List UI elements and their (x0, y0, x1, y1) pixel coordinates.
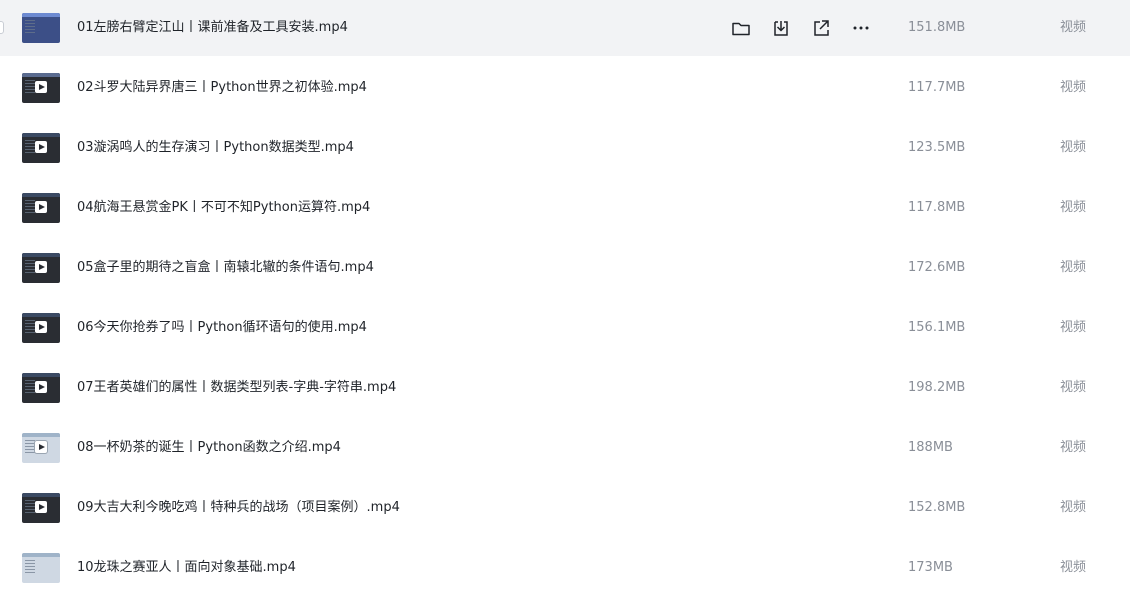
file-type: 视频 (1060, 200, 1087, 215)
file-name[interactable]: 03漩涡鸣人的生存演习丨Python数据类型.mp4 (77, 120, 354, 176)
file-row[interactable]: 02斗罗大陆异界唐三丨Python世界之初体验.mp4 117.7MB 视频 (0, 60, 1130, 120)
file-name[interactable]: 06今天你抢券了吗丨Python循环语句的使用.mp4 (77, 300, 367, 356)
file-type: 视频 (1060, 80, 1087, 95)
video-thumbnail (22, 553, 60, 583)
file-size: 152.8MB (908, 500, 966, 515)
file-row[interactable]: 07王者英雄们的属性丨数据类型列表-字典-字符串.mp4 198.2MB 视频 (0, 360, 1130, 420)
play-icon (35, 321, 47, 333)
file-row[interactable]: 10龙珠之赛亚人丨面向对象基础.mp4 173MB 视频 (0, 540, 1130, 600)
file-size: 117.8MB (908, 200, 966, 215)
share-icon[interactable] (810, 17, 832, 39)
file-type: 视频 (1060, 560, 1087, 575)
file-row[interactable]: 03漩涡鸣人的生存演习丨Python数据类型.mp4 123.5MB 视频 (0, 120, 1130, 180)
play-icon (35, 501, 47, 513)
play-icon (35, 261, 47, 273)
video-thumbnail (22, 193, 60, 223)
file-name[interactable]: 04航海王悬赏金PK丨不可不知Python运算符.mp4 (77, 180, 370, 236)
file-size: 198.2MB (908, 380, 966, 395)
file-row[interactable]: 06今天你抢券了吗丨Python循环语句的使用.mp4 156.1MB 视频 (0, 300, 1130, 360)
file-type: 视频 (1060, 320, 1087, 335)
file-type: 视频 (1060, 140, 1087, 155)
file-size: 151.8MB (908, 20, 966, 35)
file-type: 视频 (1060, 20, 1087, 35)
download-icon[interactable] (770, 17, 792, 39)
file-row[interactable]: 04航海王悬赏金PK丨不可不知Python运算符.mp4 117.8MB 视频 (0, 180, 1130, 240)
more-icon[interactable] (850, 17, 872, 39)
folder-icon[interactable] (730, 17, 752, 39)
file-size: 173MB (908, 560, 953, 575)
file-name[interactable]: 01左膀右臂定江山丨课前准备及工具安装.mp4 (77, 0, 348, 56)
file-size: 123.5MB (908, 140, 966, 155)
video-thumbnail (22, 13, 60, 43)
file-type: 视频 (1060, 500, 1087, 515)
file-name[interactable]: 10龙珠之赛亚人丨面向对象基础.mp4 (77, 540, 296, 596)
file-list: 01左膀右臂定江山丨课前准备及工具安装.mp4 151.8MB 视频 02斗罗大… (0, 0, 1130, 583)
file-size: 117.7MB (908, 80, 966, 95)
file-name[interactable]: 05盒子里的期待之盲盒丨南辕北辙的条件语句.mp4 (77, 240, 374, 296)
file-name[interactable]: 08一杯奶茶的诞生丨Python函数之介绍.mp4 (77, 420, 341, 476)
file-name[interactable]: 09大吉大利今晚吃鸡丨特种兵的战场（项目案例）.mp4 (77, 480, 400, 536)
file-row[interactable]: 05盒子里的期待之盲盒丨南辕北辙的条件语句.mp4 172.6MB 视频 (0, 240, 1130, 300)
file-name[interactable]: 02斗罗大陆异界唐三丨Python世界之初体验.mp4 (77, 60, 367, 116)
video-thumbnail (22, 313, 60, 343)
video-thumbnail (22, 73, 60, 103)
file-size: 156.1MB (908, 320, 966, 335)
video-thumbnail (22, 373, 60, 403)
play-icon (35, 141, 47, 153)
play-icon (35, 441, 47, 453)
play-icon (35, 201, 47, 213)
file-type: 视频 (1060, 440, 1087, 455)
video-thumbnail (22, 253, 60, 283)
file-type: 视频 (1060, 260, 1087, 275)
file-size: 172.6MB (908, 260, 966, 275)
video-thumbnail (22, 433, 60, 463)
row-checkbox[interactable] (0, 21, 4, 34)
play-icon (35, 381, 47, 393)
file-type: 视频 (1060, 380, 1087, 395)
file-size: 188MB (908, 440, 953, 455)
file-name[interactable]: 07王者英雄们的属性丨数据类型列表-字典-字符串.mp4 (77, 360, 396, 416)
file-row[interactable]: 08一杯奶茶的诞生丨Python函数之介绍.mp4 188MB 视频 (0, 420, 1130, 480)
video-thumbnail (22, 133, 60, 163)
play-icon (35, 81, 47, 93)
file-row[interactable]: 09大吉大利今晚吃鸡丨特种兵的战场（项目案例）.mp4 152.8MB 视频 (0, 480, 1130, 540)
file-row[interactable]: 01左膀右臂定江山丨课前准备及工具安装.mp4 151.8MB 视频 (0, 0, 1130, 56)
video-thumbnail (22, 493, 60, 523)
